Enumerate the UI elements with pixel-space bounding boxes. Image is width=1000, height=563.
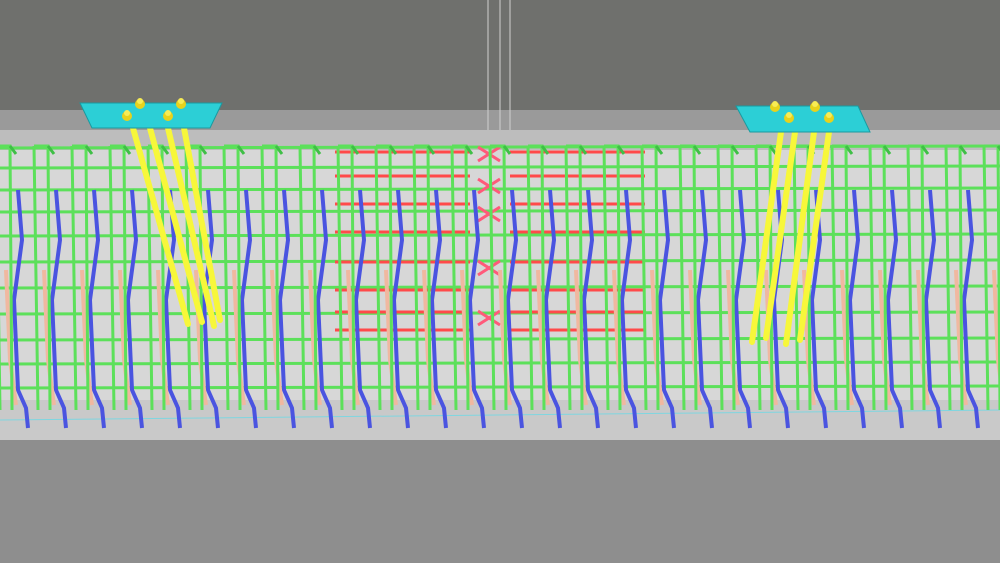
horizontal-stirrup-rail bbox=[0, 164, 1000, 170]
base-plate-right[interactable] bbox=[735, 101, 871, 133]
rebar-3d-model[interactable] bbox=[0, 0, 1000, 563]
base-plate bbox=[79, 102, 223, 129]
base-plate bbox=[735, 105, 871, 133]
floor bbox=[0, 440, 1000, 563]
model-viewport[interactable] bbox=[0, 0, 1000, 563]
base-plate-left[interactable] bbox=[79, 98, 223, 129]
beam-bottom-face bbox=[0, 400, 1000, 440]
